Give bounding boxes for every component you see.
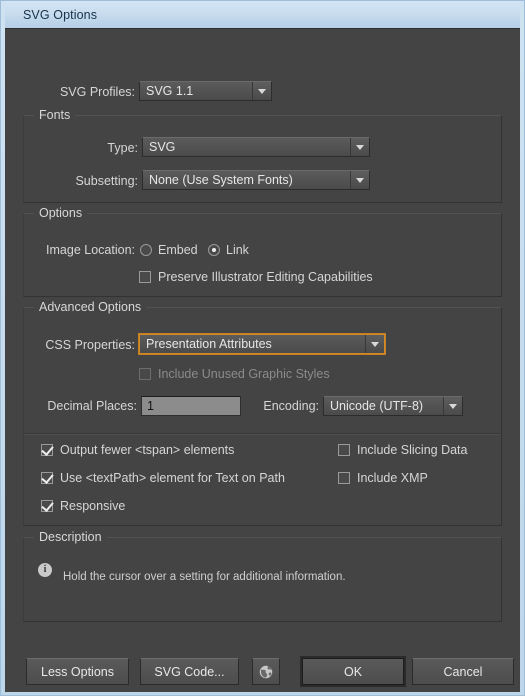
svg-code-button[interactable]: SVG Code... bbox=[140, 658, 239, 685]
title-bar: SVG Options bbox=[5, 1, 520, 28]
encoding-label: Encoding: bbox=[263, 399, 319, 413]
checkbox-indicator bbox=[139, 271, 151, 283]
radio-link[interactable]: Link bbox=[208, 243, 249, 257]
chevron-down-icon bbox=[252, 82, 271, 100]
checkbox-indicator bbox=[41, 444, 53, 456]
checkbox-label: Output fewer <tspan> elements bbox=[60, 443, 235, 457]
checkbox-use-textpath[interactable]: Use <textPath> element for Text on Path bbox=[41, 471, 285, 485]
checkbox-label: Include Unused Graphic Styles bbox=[158, 367, 330, 381]
radio-link-indicator bbox=[208, 244, 220, 256]
svg-profiles-label: SVG Profiles: bbox=[59, 85, 135, 99]
image-location-label: Image Location: bbox=[46, 243, 135, 257]
decimal-places-input[interactable]: 1 bbox=[141, 396, 241, 416]
ok-button[interactable]: OK bbox=[302, 658, 404, 685]
css-properties-dropdown[interactable]: Presentation Attributes bbox=[138, 333, 386, 355]
globe-icon bbox=[259, 664, 273, 679]
chevron-down-icon bbox=[443, 397, 462, 415]
svg-profiles-dropdown[interactable]: SVG 1.1 bbox=[139, 81, 272, 101]
css-properties-value: Presentation Attributes bbox=[146, 337, 272, 351]
globe-button[interactable] bbox=[252, 658, 280, 685]
checkbox-include-xmp[interactable]: Include XMP bbox=[338, 471, 428, 485]
description-text: Hold the cursor over a setting for addit… bbox=[63, 571, 346, 583]
info-icon: i bbox=[38, 563, 52, 577]
checkbox-indicator bbox=[41, 500, 53, 512]
fonts-subsetting-value: None (Use System Fonts) bbox=[149, 173, 293, 187]
checkbox-label: Include XMP bbox=[357, 471, 428, 485]
less-options-button[interactable]: Less Options bbox=[26, 658, 129, 685]
checkbox-preserve-illustrator-editing[interactable]: Preserve Illustrator Editing Capabilitie… bbox=[139, 270, 373, 284]
options-group-legend: Options bbox=[34, 206, 88, 220]
dialog-body: SVG Profiles: SVG 1.1 Fonts Type: SVG Su… bbox=[5, 28, 520, 692]
radio-embed-indicator bbox=[140, 244, 152, 256]
checkbox-label: Include Slicing Data bbox=[357, 443, 468, 457]
radio-link-label: Link bbox=[226, 243, 249, 257]
decimal-places-label: Decimal Places: bbox=[47, 399, 137, 413]
checkbox-indicator bbox=[338, 472, 350, 484]
encoding-dropdown[interactable]: Unicode (UTF-8) bbox=[323, 396, 463, 416]
checkbox-include-unused-graphic-styles[interactable]: Include Unused Graphic Styles bbox=[139, 367, 330, 381]
fonts-group-legend: Fonts bbox=[34, 108, 76, 122]
fonts-type-value: SVG bbox=[149, 140, 176, 154]
encoding-value: Unicode (UTF-8) bbox=[330, 399, 424, 413]
checkbox-output-fewer-tspan[interactable]: Output fewer <tspan> elements bbox=[41, 443, 234, 457]
fonts-subsetting-dropdown[interactable]: None (Use System Fonts) bbox=[142, 170, 370, 190]
checkbox-include-slicing-data[interactable]: Include Slicing Data bbox=[338, 443, 467, 457]
chevron-down-icon bbox=[350, 171, 369, 189]
advanced-options-group-legend: Advanced Options bbox=[34, 300, 147, 314]
description-group-legend: Description bbox=[34, 530, 107, 544]
checkbox-label: Responsive bbox=[60, 499, 126, 513]
checkbox-indicator bbox=[139, 368, 151, 380]
checkbox-responsive[interactable]: Responsive bbox=[41, 499, 125, 513]
advanced-divider-highlight bbox=[24, 434, 501, 435]
checkbox-label: Preserve Illustrator Editing Capabilitie… bbox=[158, 270, 373, 284]
chevron-down-icon bbox=[350, 138, 369, 156]
css-properties-label: CSS Properties: bbox=[45, 338, 135, 352]
fonts-type-dropdown[interactable]: SVG bbox=[142, 137, 370, 157]
fonts-subsetting-label: Subsetting: bbox=[75, 174, 138, 188]
cancel-button[interactable]: Cancel bbox=[412, 658, 514, 685]
checkbox-indicator bbox=[41, 472, 53, 484]
svg-profiles-value: SVG 1.1 bbox=[146, 84, 194, 98]
checkbox-label: Use <textPath> element for Text on Path bbox=[60, 471, 285, 485]
radio-embed-label: Embed bbox=[158, 243, 198, 257]
chevron-down-icon bbox=[365, 335, 384, 353]
fonts-type-label: Type: bbox=[107, 141, 138, 155]
checkbox-indicator bbox=[338, 444, 350, 456]
svg-options-dialog: SVG Options SVG Profiles: SVG 1.1 Fonts … bbox=[0, 0, 525, 696]
radio-embed[interactable]: Embed bbox=[140, 243, 198, 257]
window-title: SVG Options bbox=[23, 7, 98, 22]
info-icon-glyph: i bbox=[43, 564, 47, 575]
